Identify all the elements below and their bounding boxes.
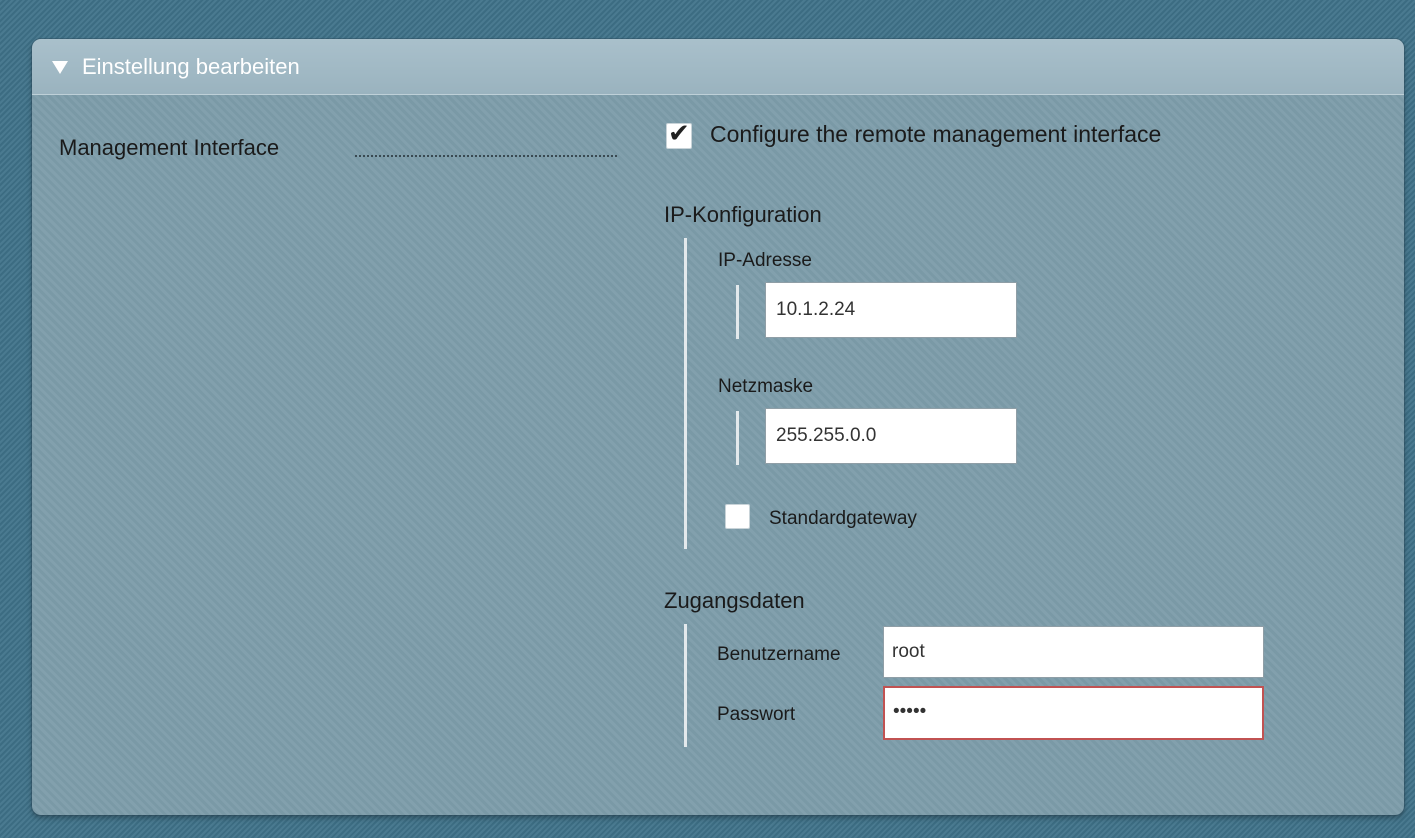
management-checkbox-label[interactable]: Configure the remote management interfac… [710,121,1161,148]
ip-address-label: IP-Adresse [718,250,812,271]
netmask-input[interactable]: 255.255.0.0 [765,408,1017,464]
management-checkbox[interactable]: ✔ [666,118,692,149]
dotted-leader [355,155,617,157]
access-data-title: Zugangsdaten [664,588,805,613]
management-interface-label: Management Interface [59,135,280,160]
ip-config-divider [684,238,687,549]
ip-config-title: IP-Konfiguration [664,202,822,227]
settings-panel: Einstellung bearbeiten Management Interf… [32,39,1404,815]
netmask-label: Netzmaske [718,376,814,397]
gateway-label[interactable]: Standardgateway [769,508,917,530]
gateway-checkbox[interactable] [725,504,750,529]
collapse-triangle-down-icon[interactable] [52,61,68,74]
ip-address-input[interactable]: 10.1.2.24 [765,282,1017,338]
username-label: Benutzername [717,644,841,665]
panel-header[interactable]: Einstellung bearbeiten [32,39,1404,95]
panel-title: Einstellung bearbeiten [82,54,300,79]
password-label: Passwort [717,704,796,725]
netmask-divider [736,411,739,465]
ip-address-divider [736,285,739,339]
password-input[interactable]: ••••• [883,686,1264,740]
username-input[interactable]: root [883,626,1264,678]
access-data-divider [684,624,687,747]
checkmark-icon: ✔ [668,118,690,148]
